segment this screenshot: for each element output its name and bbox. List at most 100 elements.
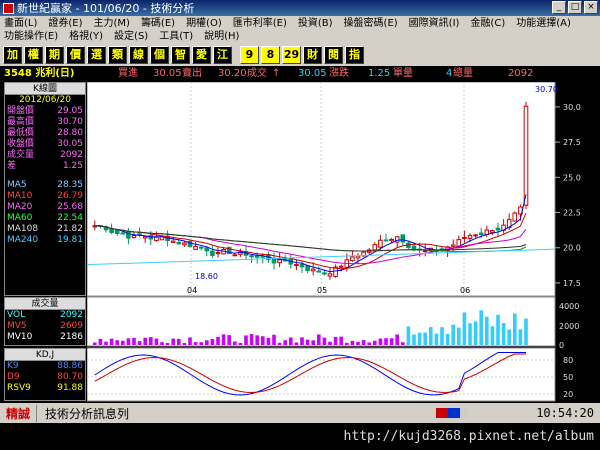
candle-body — [355, 255, 361, 259]
volume-value: 4 — [446, 68, 453, 79]
toolbar-button[interactable]: 權 — [24, 46, 43, 64]
volume-bar — [345, 342, 349, 345]
ma-value: 25.68 — [57, 202, 83, 212]
volume-bar — [221, 334, 226, 345]
menu-item[interactable]: 金融(C) — [470, 17, 505, 30]
menu-item[interactable]: 功能操作(E) — [4, 30, 58, 43]
toolbar-button[interactable]: 閱 — [324, 46, 343, 64]
chart-area[interactable]: 30.0 27.5 25.0 22.5 20.0 17.5 30.70 18.60 04 05 06… — [87, 82, 600, 402]
volume-bar — [429, 327, 433, 345]
kd-info-panel: KD,J K9 88.86 D9 80.70 RSV9 91.88 — [4, 348, 86, 401]
total-label: 總量 — [453, 68, 473, 79]
volume-bar — [361, 340, 366, 345]
price-high-label: 30.70 — [535, 85, 558, 94]
candle-body — [495, 227, 501, 231]
volume-bar — [199, 342, 203, 345]
volume-bar — [210, 339, 215, 345]
close-button[interactable]: × — [584, 1, 598, 14]
kdpanel-value: 80.70 — [57, 372, 83, 382]
kline-header: K線圖 — [5, 83, 85, 95]
ma-label: MA240 — [7, 235, 39, 245]
volume-bar — [468, 323, 472, 345]
toolbar-button[interactable]: 線 — [129, 46, 148, 64]
vpanel-value: 2609 — [60, 321, 83, 331]
menu-item[interactable]: 投資(B) — [298, 17, 333, 30]
volume-bar — [283, 340, 287, 345]
brand-logo: 精誠 — [0, 404, 38, 422]
volume-bar — [384, 338, 388, 345]
toolbar-button[interactable]: 加 — [3, 46, 22, 64]
volume-bar — [149, 337, 153, 345]
toolbar-button[interactable]: 29 — [282, 46, 301, 64]
toolbar-button[interactable]: 智 — [171, 46, 190, 64]
candle-body — [109, 228, 114, 233]
ma-label: MA108 — [7, 224, 39, 234]
status-bar: 精誠 技術分析訊息列 10:54:20 — [0, 403, 600, 423]
volume-bar — [182, 342, 187, 345]
menu-item[interactable]: 籌碼(E) — [141, 17, 175, 30]
candle-body — [490, 230, 495, 233]
volume-bar — [277, 342, 282, 345]
ma-value: 19.81 — [57, 235, 83, 245]
toolbar-button[interactable]: 價 — [66, 46, 85, 64]
menu-item[interactable]: 操盤密碼(E) — [344, 17, 398, 30]
volume-bar — [373, 340, 377, 345]
volume-axis-label: 4000 — [559, 302, 579, 311]
kdpanel-row: D9 80.70 — [5, 372, 85, 383]
menu-item[interactable]: 設定(S) — [114, 30, 148, 43]
menu-item[interactable]: 主力(M) — [94, 17, 130, 30]
kdpanel-label: RSV9 — [7, 383, 31, 393]
signal-indicator — [436, 408, 469, 418]
volume-bar — [333, 336, 338, 345]
kdpanel-label: K9 — [7, 361, 19, 371]
minimize-button[interactable]: _ — [552, 1, 566, 14]
toolbar-button[interactable]: 財 — [303, 46, 322, 64]
volume-bar — [389, 338, 394, 345]
menu-item[interactable]: 說明(H) — [204, 30, 239, 43]
menu-item[interactable]: 畫面(L) — [4, 17, 37, 30]
candle-body — [126, 230, 131, 239]
bid-label: 買進 — [118, 68, 138, 79]
candle-body — [378, 239, 383, 248]
maximize-button[interactable]: □ — [568, 1, 582, 14]
candle-body — [215, 252, 221, 255]
toolbar-button[interactable]: 江 — [213, 46, 232, 64]
toolbar-button[interactable]: 8 — [261, 46, 280, 64]
menu-item[interactable]: 功能選擇(A) — [516, 17, 571, 30]
candle-body — [372, 244, 378, 251]
toolbar-button[interactable]: 指 — [345, 46, 364, 64]
menu-item[interactable]: 工具(T) — [159, 30, 193, 43]
toolbar-button[interactable]: 愛 — [192, 46, 211, 64]
menu-item[interactable]: 匯市利率(E) — [233, 17, 287, 30]
toolbar-button[interactable]: 期 — [45, 46, 64, 64]
menu-item[interactable]: 國際資訊(I) — [409, 17, 460, 30]
volume-bar — [205, 340, 209, 345]
toolbar-button[interactable]: 選 — [87, 46, 106, 64]
toolbar-button[interactable]: 個 — [150, 46, 169, 64]
kdpanel-row: RSV9 91.88 — [5, 383, 85, 394]
menu-item[interactable]: 證券(E) — [48, 17, 82, 30]
kline-row-label: 差 — [7, 161, 17, 171]
price-axis-label: 30.0 — [563, 103, 581, 112]
kline-row-label: 收盤價 — [7, 139, 35, 149]
clock: 10:54:20 — [536, 406, 594, 420]
volume-bar — [434, 333, 439, 345]
menu-item[interactable]: 格視(Y) — [69, 30, 103, 43]
toolbar-button[interactable]: 9 — [240, 46, 259, 64]
kline-row-label: 開盤價 — [7, 106, 35, 116]
volume-bar — [339, 336, 343, 345]
candle-body — [467, 234, 473, 239]
quote-info-bar: 3548 兆利(日) 買進 30.05 賣出 30.20 成交 ↑ 30.05 … — [0, 67, 600, 81]
toolbar-button[interactable]: 類 — [108, 46, 127, 64]
volume-bar — [143, 337, 147, 345]
candle-body — [322, 272, 327, 275]
kline-row-value: 2092 — [60, 150, 83, 160]
volume-bar — [513, 313, 517, 345]
menu-item[interactable]: 期權(O) — [186, 17, 222, 30]
candle-body — [473, 234, 478, 237]
kline-row-label: 最低價 — [7, 128, 35, 138]
volume-bar — [188, 337, 192, 345]
volume-bar — [518, 329, 523, 345]
price-axis-label: 27.5 — [563, 138, 581, 147]
candle-body — [310, 268, 316, 272]
